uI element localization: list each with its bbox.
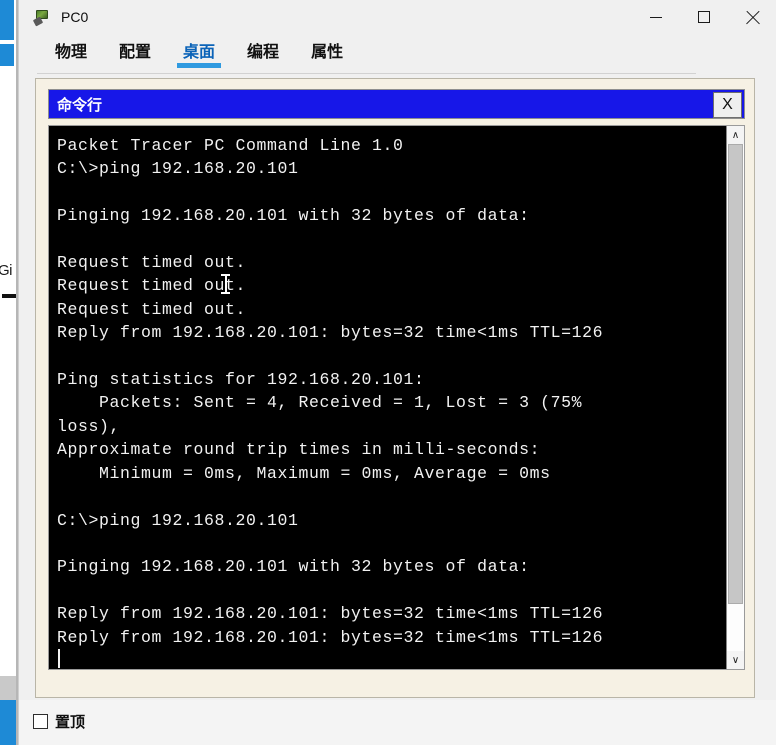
pc-device-window: PC0 物理 配置 桌面 编程 属性 命令行 X Packet Tracer P… [18, 0, 776, 745]
window-controls [632, 0, 776, 34]
terminal-area: Packet Tracer PC Command Line 1.0 C:\>pi… [48, 125, 745, 670]
screen-root: Gi PC0 物理 配置 桌面 编程 属性 命令行 X Packet Trace… [0, 0, 776, 745]
tab-attributes[interactable]: 属性 [295, 34, 359, 68]
command-prompt-titlebar: 命令行 X [48, 89, 745, 119]
desktop-accent-upper [0, 44, 14, 66]
terminal-text: Packet Tracer PC Command Line 1.0 C:\>pi… [57, 136, 604, 647]
command-prompt-close-button[interactable]: X [713, 92, 742, 118]
scrollbar-track[interactable] [727, 144, 744, 651]
monitor-icon [32, 8, 51, 27]
scrollbar-thumb[interactable] [728, 144, 743, 604]
background-partial-label: Gi [0, 262, 13, 279]
tab-physical[interactable]: 物理 [39, 34, 103, 68]
desktop-accent-top [0, 0, 14, 40]
always-on-top-checkbox[interactable] [33, 714, 48, 729]
device-tabs: 物理 配置 桌面 编程 属性 [19, 34, 776, 74]
scroll-down-icon[interactable]: ∨ [727, 651, 744, 669]
tab-desktop[interactable]: 桌面 [167, 34, 231, 68]
desktop-accent-gray [0, 676, 16, 702]
always-on-top-checkbox-row[interactable]: 置顶 [33, 711, 85, 732]
terminal-scrollbar[interactable]: ∧ ∨ [726, 126, 744, 669]
tab-active-indicator [177, 63, 222, 68]
scroll-up-icon[interactable]: ∧ [727, 126, 744, 144]
terminal-caret [58, 649, 60, 668]
always-on-top-label: 置顶 [55, 714, 86, 731]
tab-config[interactable]: 配置 [103, 34, 167, 68]
tab-config-label: 配置 [119, 44, 152, 61]
tabstrip-baseline [37, 73, 696, 74]
terminal-output[interactable]: Packet Tracer PC Command Line 1.0 C:\>pi… [49, 126, 726, 669]
tab-programming-label: 编程 [247, 44, 280, 61]
command-prompt-title: 命令行 [57, 96, 103, 114]
maximize-button[interactable] [680, 0, 728, 34]
window-titlebar: PC0 [19, 0, 776, 34]
bottom-bar: 置顶 [19, 700, 776, 745]
tab-attributes-label: 属性 [311, 44, 344, 61]
minimize-button[interactable] [632, 0, 680, 34]
desktop-panel: 命令行 X Packet Tracer PC Command Line 1.0 … [35, 78, 755, 698]
desktop-accent-bottom [0, 700, 16, 745]
tab-programming[interactable]: 编程 [231, 34, 295, 68]
tab-desktop-label: 桌面 [183, 44, 216, 61]
close-button[interactable] [728, 0, 776, 34]
command-prompt-window: 命令行 X Packet Tracer PC Command Line 1.0 … [48, 89, 745, 686]
mouse-ibeam-cursor [221, 273, 230, 295]
tab-physical-label: 物理 [55, 44, 88, 61]
window-title: PC0 [61, 9, 89, 25]
